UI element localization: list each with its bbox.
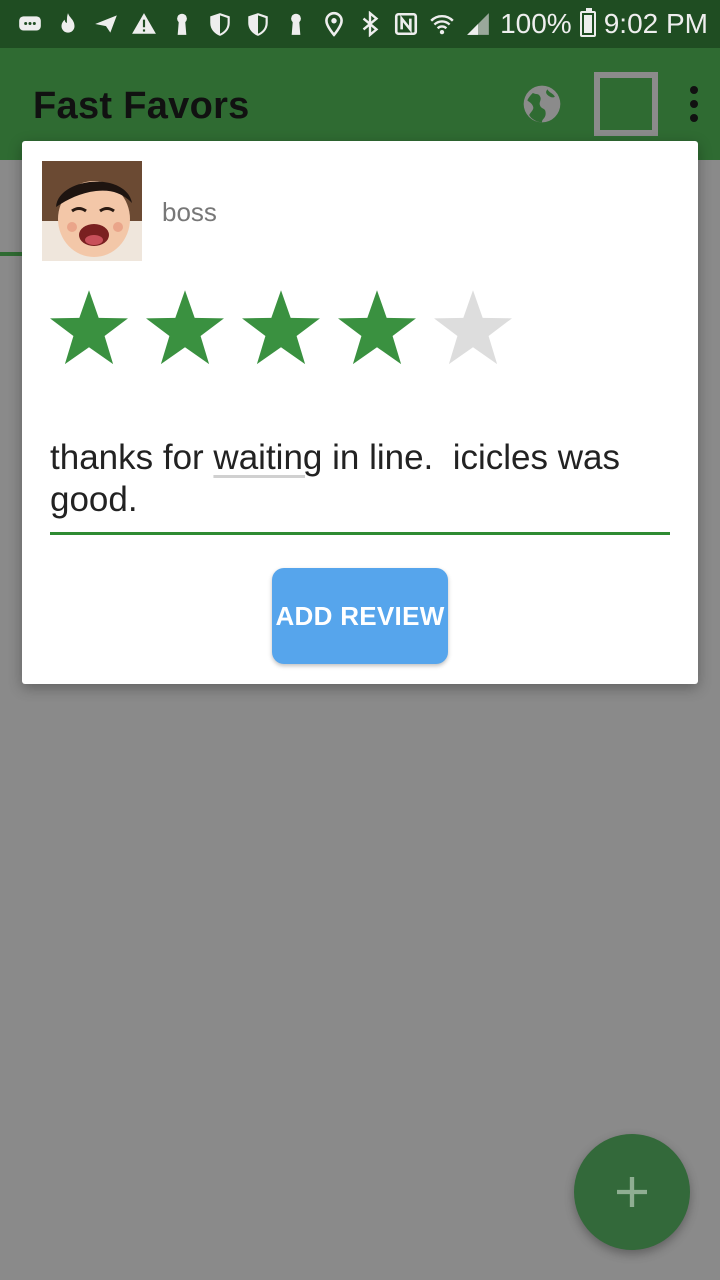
bluetooth-icon [356, 10, 384, 38]
keyhole-icon [282, 10, 310, 38]
fire-icon [54, 10, 82, 38]
keyhole-icon [168, 10, 196, 38]
star-filled-icon[interactable] [48, 287, 130, 369]
spellcheck-word: waiting [213, 438, 323, 477]
location-icon [320, 10, 348, 38]
wifi-icon [428, 10, 456, 38]
tab-indicator [0, 252, 24, 256]
message-icon [16, 10, 44, 38]
battery-percent: 100% [500, 8, 572, 39]
rating-bar[interactable] [48, 287, 514, 369]
nfc-icon [392, 10, 420, 38]
star-empty-icon[interactable] [432, 287, 514, 369]
system-icons: 100% 9:02 PM [320, 8, 708, 40]
battery-icon [579, 8, 596, 37]
review-text[interactable]: thanks for waiting in line. icicles was … [50, 437, 670, 521]
plus-icon [617, 1177, 647, 1207]
star-filled-icon[interactable] [336, 287, 418, 369]
globe-icon[interactable] [520, 82, 564, 126]
grid-icon[interactable] [594, 72, 658, 136]
warning-icon [130, 10, 158, 38]
add-review-button[interactable]: ADD REVIEW [272, 568, 448, 664]
app-title: Fast Favors [33, 84, 250, 127]
review-text-start: thanks for [50, 438, 214, 477]
more-vert-icon[interactable] [688, 86, 700, 122]
signal-icon [464, 10, 492, 38]
star-filled-icon[interactable] [144, 287, 226, 369]
app-bar-actions [520, 72, 700, 136]
avatar [42, 161, 142, 261]
shield-icon [244, 10, 272, 38]
notification-icons [16, 10, 310, 38]
send-icon [92, 10, 120, 38]
star-filled-icon[interactable] [240, 287, 322, 369]
review-dialog: boss thanks for waiting in line. icicles… [22, 141, 698, 684]
add-fab-button[interactable] [574, 1134, 690, 1250]
reviewer-username: boss [162, 197, 217, 227]
status-time: 9:02 PM [603, 8, 708, 39]
shield-icon [206, 10, 234, 38]
status-bar: 100% 9:02 PM [0, 0, 720, 48]
review-text-field[interactable]: thanks for waiting in line. icicles was … [50, 437, 670, 535]
